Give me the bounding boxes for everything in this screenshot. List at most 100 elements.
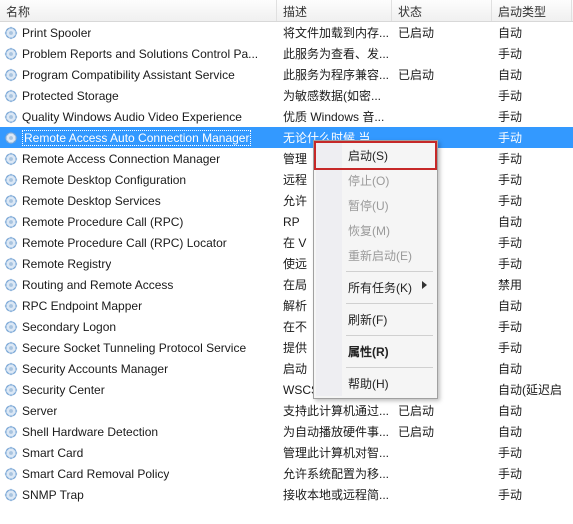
service-name-cell: Server [0, 404, 277, 418]
service-desc-cell: 此服务为查看、发... [277, 45, 392, 62]
service-gear-icon [4, 383, 18, 397]
service-type-cell: 手动 [492, 87, 572, 104]
service-type-cell: 自动 [492, 402, 572, 419]
service-name-label: Remote Access Auto Connection Manager [22, 130, 251, 146]
service-row[interactable]: Shell Hardware Detection为自动播放硬件事...已启动自动 [0, 421, 573, 442]
service-desc-cell: 允许系统配置为移... [277, 465, 392, 482]
service-desc-cell: 为敏感数据(如密... [277, 87, 392, 104]
service-type-cell: 自动 [492, 213, 572, 230]
column-header-type[interactable]: 启动类型 [492, 0, 572, 21]
service-type-cell: 手动 [492, 465, 572, 482]
service-name-cell: Security Center [0, 383, 277, 397]
service-row[interactable]: Remote Access Auto Connection Manager无论什… [0, 127, 573, 148]
service-gear-icon [4, 488, 18, 502]
service-row[interactable]: Remote Desktop Services允许手动 [0, 190, 573, 211]
service-name-cell: Secure Socket Tunneling Protocol Service [0, 341, 277, 355]
menu-item-resume[interactable]: 恢复(M) [316, 218, 435, 243]
service-gear-icon [4, 320, 18, 334]
service-type-cell: 手动 [492, 192, 572, 209]
service-name-label: SNMP Trap [22, 488, 84, 502]
service-name-label: Security Center [22, 383, 105, 397]
service-name-label: Server [22, 404, 57, 418]
service-name-label: Remote Procedure Call (RPC) [22, 215, 183, 229]
service-type-cell: 手动 [492, 339, 572, 356]
service-gear-icon [4, 362, 18, 376]
service-row[interactable]: Secondary Logon在不手动 [0, 316, 573, 337]
service-desc-cell: 此服务为程序兼容... [277, 66, 392, 83]
service-gear-icon [4, 68, 18, 82]
menu-separator [346, 367, 433, 368]
service-name-label: Remote Desktop Services [22, 194, 161, 208]
service-name-cell: Smart Card [0, 446, 277, 460]
service-row[interactable]: Secure Socket Tunneling Protocol Service… [0, 337, 573, 358]
service-type-cell: 自动 [492, 66, 572, 83]
service-desc-cell: 管理此计算机对智... [277, 444, 392, 461]
service-row[interactable]: Remote Procedure Call (RPC)RP自动 [0, 211, 573, 232]
menu-item-stop[interactable]: 停止(O) [316, 168, 435, 193]
menu-item-refresh[interactable]: 刷新(F) [316, 307, 435, 332]
service-status-cell: 已启动 [392, 423, 492, 440]
service-type-cell: 手动 [492, 255, 572, 272]
service-row[interactable]: Program Compatibility Assistant Service此… [0, 64, 573, 85]
service-row[interactable]: Remote Registry使远手动 [0, 253, 573, 274]
service-name-label: Secondary Logon [22, 320, 116, 334]
service-name-cell: Smart Card Removal Policy [0, 467, 277, 481]
service-name-label: Security Accounts Manager [22, 362, 168, 376]
service-row[interactable]: RPC Endpoint Mapper解析自动 [0, 295, 573, 316]
service-gear-icon [4, 173, 18, 187]
service-name-cell: Remote Desktop Services [0, 194, 277, 208]
service-name-label: Shell Hardware Detection [22, 425, 158, 439]
service-row[interactable]: Smart Card Removal Policy 允许系统配置为移... 手动 [0, 463, 573, 484]
service-name-cell: Quality Windows Audio Video Experience [0, 110, 277, 124]
service-row[interactable]: SNMP Trap接收本地或远程简...手动 [0, 484, 573, 505]
menu-separator [346, 335, 433, 336]
service-name-label: Remote Registry [22, 257, 111, 271]
service-name-label: Remote Access Connection Manager [22, 152, 220, 166]
service-row[interactable]: Routing and Remote Access在局禁用 [0, 274, 573, 295]
column-header-name[interactable]: 名称 [0, 0, 277, 21]
service-gear-icon [4, 446, 18, 460]
column-header-status[interactable]: 状态 [392, 0, 492, 21]
column-header-desc[interactable]: 描述 [277, 0, 392, 21]
service-name-cell: Remote Desktop Configuration [0, 173, 277, 187]
service-name-label: Smart Card Removal Policy [22, 467, 169, 481]
service-status-cell: 已启动 [392, 24, 492, 41]
service-gear-icon [4, 278, 18, 292]
service-name-label: Print Spooler [22, 26, 91, 40]
service-row[interactable]: Protected Storage为敏感数据(如密...手动 [0, 85, 573, 106]
service-gear-icon [4, 236, 18, 250]
service-row[interactable]: Problem Reports and Solutions Control Pa… [0, 43, 573, 64]
service-gear-icon [4, 152, 18, 166]
service-row[interactable]: Security Accounts Manager启动自动 [0, 358, 573, 379]
service-name-label: Quality Windows Audio Video Experience [22, 110, 242, 124]
service-gear-icon [4, 194, 18, 208]
menu-item-help[interactable]: 帮助(H) [316, 371, 435, 396]
service-name-cell: Remote Access Auto Connection Manager [0, 130, 277, 146]
menu-item-properties[interactable]: 属性(R) [316, 339, 435, 364]
service-name-cell: Remote Procedure Call (RPC) [0, 215, 277, 229]
menu-item-label: 所有任务(K) [348, 281, 412, 295]
service-row[interactable]: Remote Access Connection Manager管理手动 [0, 148, 573, 169]
service-row[interactable]: Remote Desktop Configuration远程手动 [0, 169, 573, 190]
service-name-cell: Print Spooler [0, 26, 277, 40]
menu-item-pause[interactable]: 暂停(U) [316, 193, 435, 218]
service-type-cell: 自动 [492, 297, 572, 314]
service-name-label: Problem Reports and Solutions Control Pa… [22, 47, 258, 61]
service-desc-cell: 将文件加载到内存... [277, 24, 392, 41]
menu-item-start[interactable]: 启动(S) [314, 141, 437, 170]
service-row[interactable]: Remote Procedure Call (RPC) Locator在 V手动 [0, 232, 573, 253]
menu-item-label: 属性(R) [348, 345, 389, 359]
service-gear-icon [4, 47, 18, 61]
service-row[interactable]: Smart Card管理此计算机对智...手动 [0, 442, 573, 463]
service-row[interactable]: Security CenterWSCSVC(Windo...已启动自动(延迟启 [0, 379, 573, 400]
menu-item-restart[interactable]: 重新启动(E) [316, 243, 435, 268]
service-row[interactable]: Server支持此计算机通过...已启动自动 [0, 400, 573, 421]
service-name-label: Routing and Remote Access [22, 278, 173, 292]
service-status-cell: 已启动 [392, 402, 492, 419]
service-desc-cell: 优质 Windows 音... [277, 108, 392, 125]
menu-item-all-tasks[interactable]: 所有任务(K) [316, 275, 435, 300]
service-row[interactable]: Quality Windows Audio Video Experience 优质… [0, 106, 573, 127]
service-type-cell: 手动 [492, 234, 572, 251]
menu-separator [346, 303, 433, 304]
service-row[interactable]: Print Spooler将文件加载到内存...已启动自动 [0, 22, 573, 43]
